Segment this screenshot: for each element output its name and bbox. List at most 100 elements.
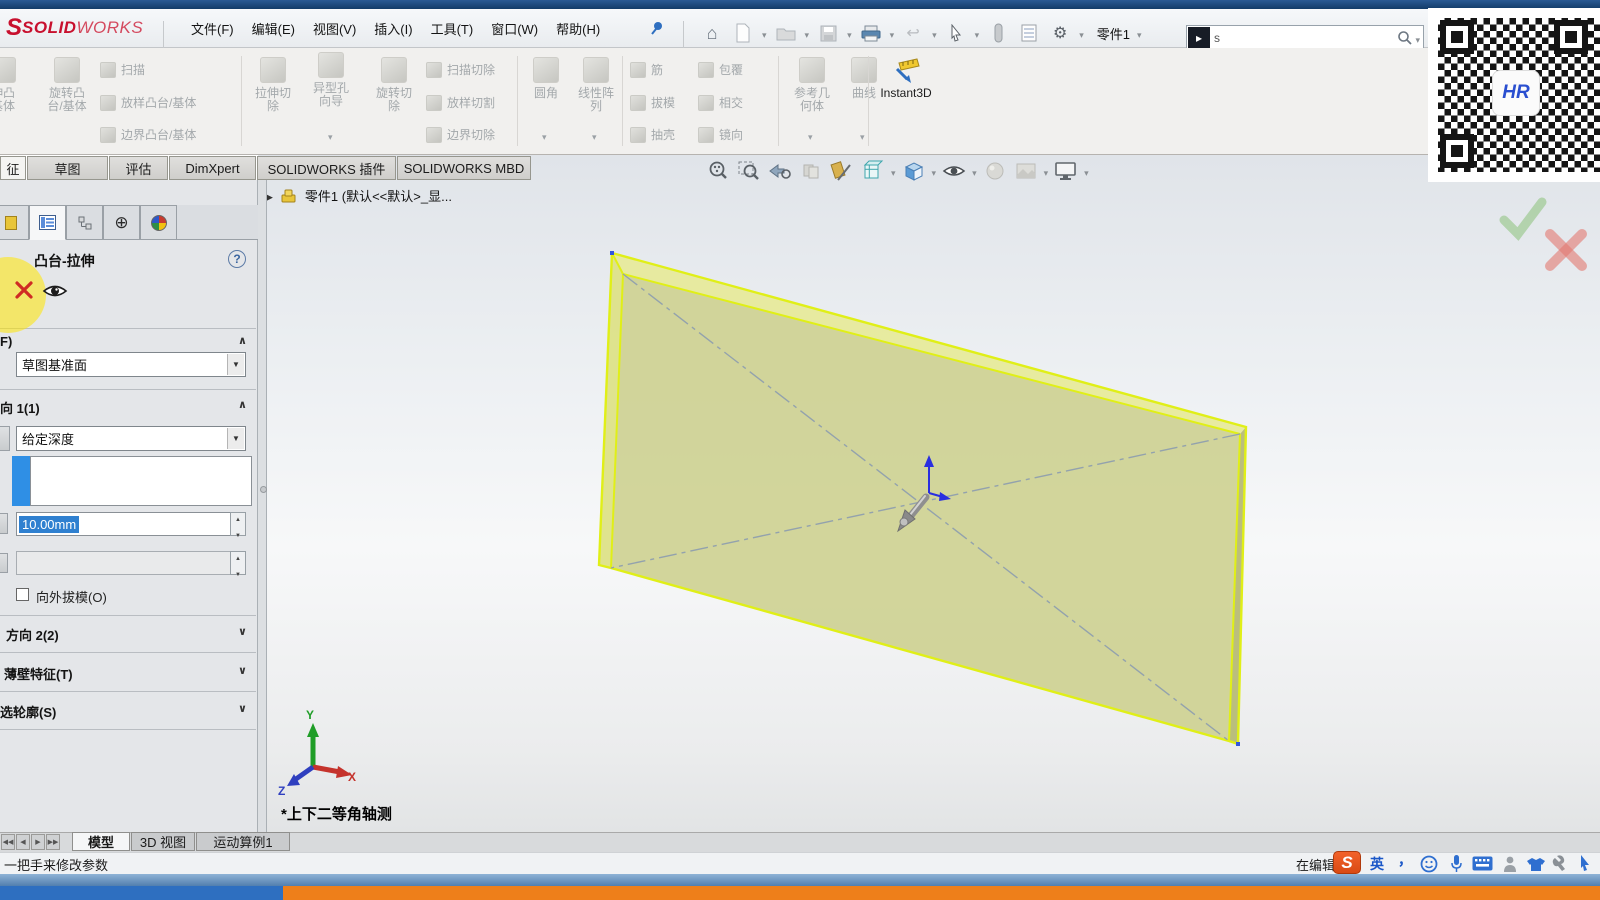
boundary-boss-button[interactable]: 边界凸台/基体 — [100, 126, 196, 143]
apply-scene-dropdown-icon[interactable] — [1044, 164, 1049, 179]
draft-outward-label[interactable]: 向外拔模(O) — [36, 587, 107, 606]
hole-wizard-dropdown-icon[interactable] — [328, 132, 333, 143]
home-icon[interactable] — [700, 21, 724, 45]
tab-motion-study[interactable]: 运动算例1 — [196, 832, 290, 851]
pm-section-thin-feature[interactable]: 薄壁特征(T) — [4, 664, 73, 683]
start-condition-dropdown[interactable]: 草图基准面 — [16, 352, 246, 377]
wrap-button[interactable]: 包覆 — [698, 61, 743, 78]
linear-pattern-dropdown-icon[interactable] — [592, 132, 597, 143]
hide-show-dropdown-icon[interactable] — [972, 164, 977, 179]
depth-field[interactable]: 10.00mm — [16, 512, 246, 536]
fillet-button[interactable]: 圆角 — [524, 57, 568, 100]
view-orientation-dropdown-icon[interactable] — [891, 164, 896, 179]
direction-selection-box[interactable] — [30, 456, 252, 506]
tab-featuremanager-tree[interactable] — [0, 205, 29, 240]
tab-solidworks-mbd[interactable]: SOLIDWORKS MBD — [397, 156, 531, 180]
direction2-expand-icon[interactable] — [238, 625, 247, 638]
selected-contours-expand-icon[interactable] — [238, 702, 247, 715]
sogou-ime-logo[interactable]: S — [1333, 851, 1361, 874]
end-condition-dropdown[interactable]: 给定深度 — [16, 426, 246, 451]
depth-value[interactable]: 10.00mm — [19, 516, 79, 533]
swept-cut-button[interactable]: 扫描切除 — [426, 61, 495, 78]
revolved-boss-base-button[interactable]: 旋转凸台/基体 — [38, 57, 96, 113]
menu-item-insert[interactable]: 插入(I) — [365, 19, 421, 38]
view-orientation-icon[interactable] — [860, 159, 886, 183]
settings-dropdown-icon[interactable] — [1079, 26, 1084, 41]
document-dropdown-icon[interactable] — [1137, 26, 1142, 41]
pm-help-icon[interactable]: ? — [228, 250, 246, 268]
tab-features[interactable]: 征 — [0, 156, 26, 180]
undo-icon[interactable] — [901, 21, 925, 45]
document-name[interactable]: 零件1 — [1097, 24, 1130, 43]
select-cursor-icon[interactable] — [944, 21, 968, 45]
tab-evaluate[interactable]: 评估 — [109, 156, 168, 180]
open-dropdown-icon[interactable] — [805, 26, 810, 41]
draft-button[interactable]: 拔模 — [630, 94, 675, 111]
tab-3d-views[interactable]: 3D 视图 — [131, 832, 195, 851]
from-collapse-icon[interactable] — [238, 334, 247, 347]
tree-expand-icon[interactable] — [266, 188, 273, 203]
view-settings-dropdown-icon[interactable] — [1084, 164, 1089, 179]
tab-dimxpertmanager[interactable]: ⊕ — [103, 205, 140, 240]
hide-show-items-icon[interactable] — [941, 159, 967, 183]
ime-wrench-icon[interactable] — [1552, 855, 1568, 872]
extruded-boss-base-button[interactable]: 伸凸基体 — [0, 57, 32, 113]
ime-punctuation-toggle[interactable]: ， — [1398, 850, 1412, 870]
loft-button[interactable]: 放样凸台/基体 — [100, 94, 196, 111]
panel-splitter[interactable] — [258, 180, 267, 832]
lofted-cut-button[interactable]: 放样切割 — [426, 94, 495, 111]
menu-item-file[interactable]: 文件(F) — [182, 19, 243, 38]
feature-tree-root[interactable]: 零件1 (默认<<默认>_显... — [266, 186, 452, 205]
nav-next-icon[interactable]: ▶ — [31, 834, 45, 850]
fillet-dropdown-icon[interactable] — [542, 132, 547, 143]
save-icon[interactable] — [816, 21, 840, 45]
splitter-handle-dot[interactable] — [260, 486, 267, 493]
pm-preview-eye-icon[interactable] — [42, 283, 68, 299]
pin-menu-icon[interactable] — [648, 20, 664, 39]
print-icon[interactable] — [859, 21, 883, 45]
tab-model[interactable]: 模型 — [72, 832, 130, 851]
dropdown-arrow-icon[interactable] — [227, 354, 244, 375]
view-settings-icon[interactable] — [1053, 159, 1079, 183]
ime-cursor-icon[interactable] — [1578, 854, 1592, 872]
tab-displaymanager[interactable] — [140, 205, 177, 240]
edit-appearance-icon[interactable] — [982, 159, 1008, 183]
zoom-to-fit-icon[interactable] — [705, 159, 731, 183]
pm-cancel-icon[interactable] — [14, 280, 34, 300]
rebuild-icon[interactable] — [986, 21, 1010, 45]
graphics-viewport[interactable] — [258, 155, 1600, 832]
nav-last-icon[interactable]: ▶▶ — [46, 834, 60, 850]
rotate-view-icon[interactable] — [798, 159, 824, 183]
menu-item-help[interactable]: 帮助(H) — [547, 19, 609, 38]
extruded-cut-button[interactable]: 拉伸切除 — [246, 57, 300, 113]
open-icon[interactable] — [774, 21, 798, 45]
pm-section-direction2[interactable]: 方向 2(2) — [6, 625, 59, 644]
print-dropdown-icon[interactable] — [890, 26, 895, 41]
tab-propertymanager[interactable] — [29, 205, 66, 240]
curves-dropdown-icon[interactable] — [860, 132, 865, 143]
search-dropdown-icon[interactable] — [1415, 31, 1420, 46]
display-style-dropdown-icon[interactable] — [932, 164, 937, 179]
menu-item-window[interactable]: 窗口(W) — [482, 19, 547, 38]
apply-scene-icon[interactable] — [1013, 159, 1039, 183]
menu-item-view[interactable]: 视图(V) — [304, 19, 365, 38]
draft-outward-checkbox[interactable] — [16, 588, 29, 601]
menu-item-tools[interactable]: 工具(T) — [422, 19, 483, 38]
direction1-collapse-icon[interactable] — [238, 398, 247, 411]
save-dropdown-icon[interactable] — [847, 26, 852, 41]
ime-microphone-icon[interactable] — [1450, 854, 1463, 873]
reference-geometry-dropdown-icon[interactable] — [808, 132, 813, 143]
pm-section-direction1[interactable]: 向 1(1) — [0, 398, 40, 417]
shell-button[interactable]: 抽壳 — [630, 126, 675, 143]
boundary-cut-button[interactable]: 边界切除 — [426, 126, 495, 143]
ime-toolbox-person-icon[interactable] — [1502, 855, 1519, 873]
mirror-button[interactable]: 镜向 — [698, 126, 743, 143]
dropdown-arrow-icon[interactable] — [227, 428, 244, 449]
sweep-button[interactable]: 扫描 — [100, 61, 145, 78]
previous-view-icon[interactable] — [767, 159, 793, 183]
display-style-icon[interactable] — [901, 159, 927, 183]
undo-dropdown-icon[interactable] — [932, 26, 937, 41]
search-magnifier-icon[interactable] — [1397, 30, 1413, 46]
reverse-direction-button[interactable] — [0, 426, 10, 451]
pm-section-selected-contours[interactable]: 选轮廓(S) — [0, 702, 56, 721]
